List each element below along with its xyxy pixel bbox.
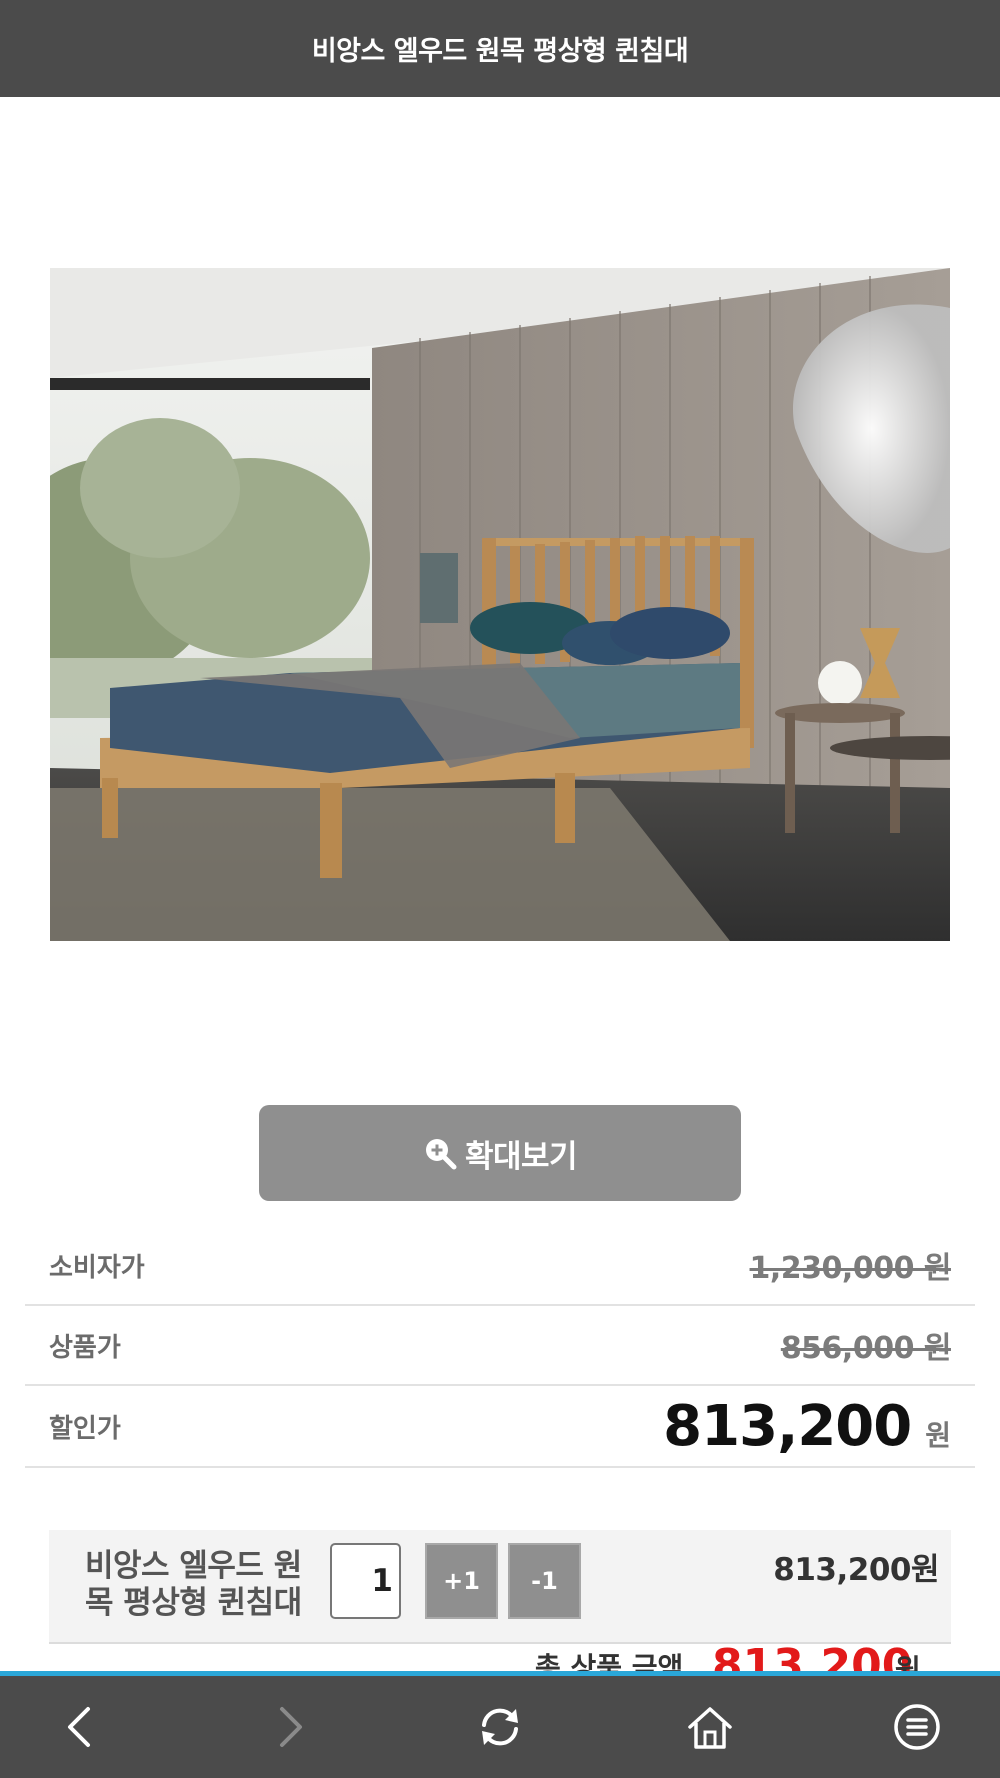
- chevron-right-icon: [280, 1707, 302, 1747]
- forward-button[interactable]: [245, 1676, 335, 1778]
- zoom-button[interactable]: 확대보기: [259, 1105, 741, 1201]
- sale-price-label: 할인가: [49, 1413, 121, 1444]
- back-button[interactable]: [35, 1676, 125, 1778]
- product-price-label: 상품가: [49, 1332, 121, 1363]
- reload-button[interactable]: [455, 1676, 545, 1778]
- quantity-input[interactable]: 1: [330, 1543, 401, 1619]
- total-price-label: 총 상품 금액: [535, 1651, 684, 1672]
- total-price-row: 총 상품 금액 813,200 원: [0, 1646, 1000, 1672]
- total-price-value: 813,200: [712, 1646, 913, 1672]
- top-bar: 비앙스 엘우드 원목 평상형 퀸침대: [0, 0, 1000, 97]
- consumer-price-row: 소비자가 1,230,000 원: [25, 1226, 975, 1306]
- sale-price: 813,200 원: [663, 1394, 951, 1459]
- selected-option: 비앙스 엘우드 원목 평상형 퀸침대 1 +1 -1 813,200원: [49, 1530, 951, 1644]
- quantity-plus-button[interactable]: +1: [425, 1543, 498, 1619]
- product-price-value: 856,000 원: [780, 1331, 952, 1366]
- sale-price-value: 813,200: [663, 1393, 912, 1459]
- chevron-left-icon: [68, 1707, 90, 1747]
- option-price: 813,200원: [773, 1552, 939, 1588]
- product-image[interactable]: [50, 268, 950, 941]
- menu-button[interactable]: [872, 1676, 962, 1778]
- consumer-price-label: 소비자가: [49, 1252, 145, 1283]
- total-price-unit: 원: [895, 1653, 921, 1672]
- option-name: 비앙스 엘우드 원목 평상형 퀸침대: [85, 1548, 302, 1621]
- menu-icon: [894, 1704, 940, 1750]
- quantity-minus-button[interactable]: -1: [508, 1543, 581, 1619]
- refresh-icon: [482, 1708, 518, 1746]
- consumer-price-value: 1,230,000 원: [749, 1251, 952, 1286]
- product-price-row: 상품가 856,000 원: [25, 1306, 975, 1386]
- page-title: 비앙스 엘우드 원목 평상형 퀸침대: [311, 36, 689, 67]
- home-button[interactable]: [665, 1676, 755, 1778]
- zoom-button-label: 확대보기: [464, 1138, 578, 1175]
- bedroom-photo-illustration: [50, 268, 950, 941]
- home-icon: [688, 1707, 732, 1749]
- zoom-in-icon: [425, 1139, 457, 1170]
- sale-price-row: 할인가 813,200 원: [25, 1386, 975, 1468]
- sale-price-unit: 원: [925, 1418, 951, 1452]
- browser-bottom-bar: [0, 1676, 1000, 1778]
